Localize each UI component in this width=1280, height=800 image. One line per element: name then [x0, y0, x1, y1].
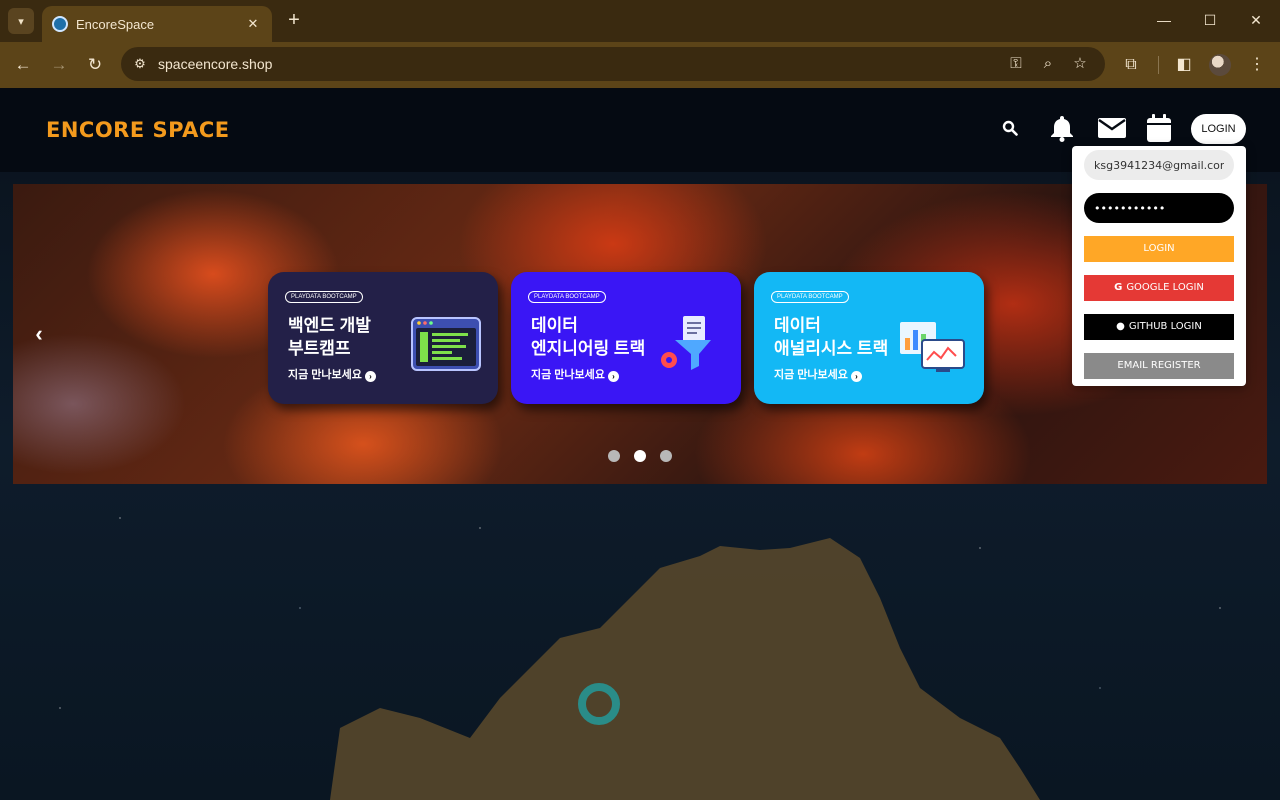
github-login-button[interactable]: ● GITHUB LOGIN — [1084, 314, 1234, 340]
carousel-dot-2[interactable] — [634, 450, 646, 462]
toolbar-divider — [1158, 56, 1159, 74]
card-title: 백엔드 개발 부트캠프 — [288, 316, 371, 358]
forward-arrow-icon[interactable]: → — [46, 52, 72, 78]
email-field[interactable] — [1084, 150, 1234, 180]
maximize-button[interactable]: ☐ — [1198, 8, 1222, 32]
bell-icon[interactable] — [1046, 112, 1078, 144]
tab-title: EncoreSpace — [76, 16, 155, 32]
chevron-right-icon: › — [364, 371, 376, 382]
login-dropdown-panel: LOGIN GGOOGLE LOGIN ●GITHUB LOGIN EMAIL … — [1072, 146, 1246, 386]
chevron-right-icon: › — [607, 371, 619, 382]
zoom-icon[interactable]: ⌕ — [1038, 54, 1058, 74]
side-panel-icon[interactable]: ◧ — [1172, 53, 1196, 77]
favicon-icon — [52, 16, 68, 32]
site-info-icon[interactable]: ⚙ — [131, 55, 149, 73]
carousel-dot-1[interactable] — [608, 450, 620, 462]
password-key-icon[interactable]: ⚿ — [1006, 54, 1026, 74]
card-title: 데이터 애널리시스 트랙 — [774, 316, 889, 358]
extensions-puzzle-icon[interactable]: ⧉ — [1119, 53, 1143, 77]
email-register-button[interactable]: EMAIL REGISTER — [1084, 353, 1234, 379]
data-funnel-illustration-icon — [661, 316, 711, 370]
address-bar[interactable]: ⚙ spaceencore.shop ⚿ ⌕ ☆ — [121, 47, 1105, 81]
mail-icon[interactable] — [1096, 112, 1128, 144]
tab-search-chevron-down-icon[interactable]: ▾ — [8, 8, 34, 34]
profile-avatar[interactable] — [1209, 54, 1231, 76]
google-login-button[interactable]: G GOOGLE LOGIN — [1084, 275, 1234, 301]
site-logo[interactable]: ENCORE SPACE — [46, 118, 230, 142]
password-field[interactable] — [1084, 193, 1234, 223]
header-login-button[interactable]: LOGIN — [1191, 114, 1246, 144]
calendar-icon[interactable] — [1143, 112, 1175, 144]
new-tab-button[interactable]: + — [282, 8, 306, 32]
code-window-illustration-icon — [411, 317, 481, 371]
card-badge: PLAYDATA BOOTCAMP — [285, 291, 363, 303]
url-text[interactable]: spaceencore.shop — [158, 56, 272, 72]
carousel-dot-3[interactable] — [660, 450, 672, 462]
card-cta-link[interactable]: 지금 만나보세요 › — [288, 366, 376, 382]
reload-icon[interactable]: ↻ — [82, 52, 108, 78]
browser-tab-bar: ▾ EncoreSpace ✕ + — ☐ ✕ — [0, 0, 1280, 42]
chevron-right-icon: › — [850, 371, 862, 382]
card-badge: PLAYDATA BOOTCAMP — [771, 291, 849, 303]
tab-close-icon[interactable]: ✕ — [244, 16, 262, 32]
course-card-data-engineering[interactable]: PLAYDATA BOOTCAMP 데이터 엔지니어링 트랙 지금 만나보세요 › — [511, 272, 741, 404]
browser-toolbar: ← → ↻ ⚙ spaceencore.shop ⚿ ⌕ ☆ ⧉ ◧ ⋮ — [0, 42, 1280, 88]
card-title: 데이터 엔지니어링 트랙 — [531, 316, 646, 358]
more-menu-icon[interactable]: ⋮ — [1245, 53, 1269, 77]
card-badge: PLAYDATA BOOTCAMP — [528, 291, 606, 303]
course-card-data-analysis[interactable]: PLAYDATA BOOTCAMP 데이터 애널리시스 트랙 지금 만나보세요 › — [754, 272, 984, 404]
search-icon[interactable] — [994, 112, 1026, 144]
carousel-prev-arrow-icon[interactable]: ‹ — [29, 322, 49, 346]
window-close-button[interactable]: ✕ — [1244, 8, 1268, 32]
card-cta-link[interactable]: 지금 만나보세요 › — [531, 366, 619, 382]
bookmark-star-icon[interactable]: ☆ — [1070, 54, 1090, 74]
course-card-backend[interactable]: PLAYDATA BOOTCAMP 백엔드 개발 부트캠프 지금 만나보세요 › — [268, 272, 498, 404]
page-viewport: ENCORE SPACE LOGIN ‹ PLAYDATA BOOTCAMP 백… — [0, 88, 1280, 800]
browser-tab[interactable]: EncoreSpace ✕ — [42, 6, 272, 42]
google-icon: G — [1114, 282, 1123, 293]
github-icon: ● — [1116, 321, 1125, 332]
map-location-pin-icon[interactable] — [578, 683, 620, 725]
back-arrow-icon[interactable]: ← — [10, 52, 36, 78]
korea-map-illustration — [330, 538, 1040, 800]
minimize-button[interactable]: — — [1152, 8, 1176, 32]
login-submit-button[interactable]: LOGIN — [1084, 236, 1234, 262]
card-cta-link[interactable]: 지금 만나보세요 › — [774, 366, 862, 382]
analytics-chart-illustration-icon — [900, 322, 965, 372]
